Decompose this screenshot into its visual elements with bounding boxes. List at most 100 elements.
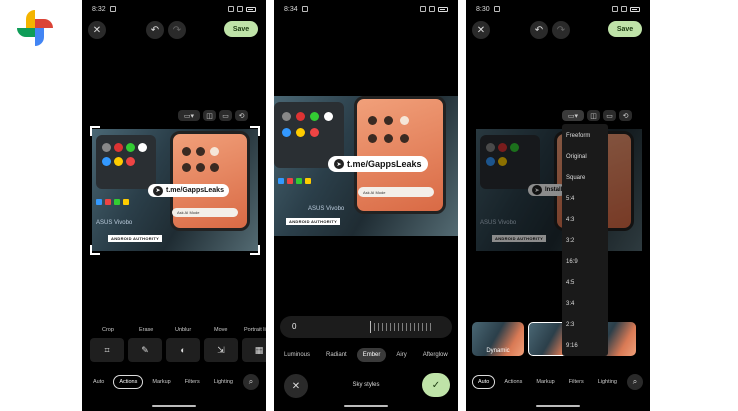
- save-button[interactable]: Save: [224, 21, 258, 37]
- laptop-brand-text: ASUS Vivobo: [480, 220, 517, 226]
- status-time: 8:34: [284, 5, 298, 13]
- notification-icon: [493, 6, 500, 12]
- portrait-light-icon: ▦: [254, 344, 264, 355]
- close-button[interactable]: ✕: [472, 21, 490, 39]
- close-icon: ✕: [92, 24, 102, 36]
- undo-button[interactable]: ↶: [530, 21, 548, 39]
- ai-search-bar: Ask AI Mode: [358, 187, 434, 197]
- tab-markup[interactable]: Markup: [531, 376, 559, 388]
- thumb-label: Dynamic: [486, 348, 510, 354]
- slider-value: 0: [292, 322, 297, 331]
- redo-button[interactable]: ↷: [552, 21, 570, 39]
- rotate-button[interactable]: ⟲: [619, 110, 632, 121]
- aspect-option-square[interactable]: Square: [566, 175, 585, 181]
- portrait-light-button[interactable]: ▦: [242, 338, 266, 362]
- style-ember[interactable]: Ember: [356, 348, 387, 362]
- aspect-option-3-4[interactable]: 3:4: [566, 301, 574, 307]
- photo-preview[interactable]: ➤ t.me/GappsLeaks Ask AI Mode ASUS Vivob…: [274, 96, 458, 236]
- aspect-toolbar: ▭▾ ◫ ▭ ⟲: [562, 110, 632, 121]
- aspect-ratio-button[interactable]: ▭▾: [562, 110, 584, 121]
- undo-icon: ↶: [534, 24, 544, 36]
- tab-lighting[interactable]: Lighting: [209, 376, 238, 388]
- undo-button[interactable]: ↶: [146, 21, 164, 39]
- home-indicator: [344, 405, 388, 407]
- tab-auto[interactable]: Auto: [472, 375, 496, 389]
- flip-button[interactable]: ◫: [587, 110, 600, 121]
- unblur-icon: ◐: [180, 345, 186, 355]
- search-icon: ⌕: [632, 377, 638, 386]
- tab-lighting[interactable]: Lighting: [593, 376, 622, 388]
- move-icon: ⇲: [217, 344, 225, 355]
- crop-handle-top-right[interactable]: [250, 126, 260, 136]
- laptop-taskbar: [96, 199, 129, 205]
- alarm-icon: [612, 6, 618, 12]
- search-bar-text: Ask AI Mode: [177, 210, 200, 215]
- search-tools-button[interactable]: ⌕: [627, 374, 643, 390]
- expand-button[interactable]: ▭: [603, 110, 616, 121]
- ai-search-bar: Ask AI Mode: [172, 208, 238, 217]
- status-bar: 8:30: [476, 4, 640, 14]
- tab-auto[interactable]: Auto: [88, 376, 109, 388]
- preset-thumb-dynamic[interactable]: Dynamic: [472, 322, 524, 356]
- battery-icon: [438, 6, 448, 12]
- aspect-option-4-5[interactable]: 4:5: [566, 280, 574, 286]
- apply-button[interactable]: ✓: [422, 373, 450, 397]
- rotate-icon: ⟲: [622, 112, 629, 120]
- unblur-button[interactable]: ◐: [166, 338, 200, 362]
- laptop-taskbar: [278, 178, 311, 184]
- style-radiant[interactable]: Radiant: [320, 348, 353, 362]
- watermark-pill: ➤ Install: [528, 184, 567, 196]
- style-afterglow[interactable]: Afterglow: [417, 348, 454, 362]
- watermark-text: Install: [545, 187, 563, 193]
- aspect-option-16-9[interactable]: 16:9: [566, 259, 578, 265]
- tab-actions[interactable]: Actions: [113, 375, 144, 389]
- alarm-icon: [420, 6, 426, 12]
- photo-preview[interactable]: ➤ Install ASUS Vivobo ANDROID AUTHORITY: [476, 129, 642, 251]
- aspect-option-5-4[interactable]: 5:4: [566, 196, 574, 202]
- save-button[interactable]: Save: [608, 21, 642, 37]
- tab-markup[interactable]: Markup: [147, 376, 175, 388]
- preset-thumbnails: Dynamic: [472, 322, 636, 356]
- photo-preview[interactable]: ➤ t.me/GappsLeaks Ask AI Mode ASUS Vivob…: [92, 129, 258, 251]
- aspect-toolbar: ▭▾ ◫ ▭ ⟲: [178, 110, 248, 121]
- expand-button[interactable]: ▭: [219, 110, 232, 121]
- crop-button[interactable]: ⌗: [90, 338, 124, 362]
- crop-handle-bottom-right[interactable]: [250, 245, 260, 255]
- rotate-icon: ⟲: [238, 112, 245, 120]
- intensity-slider[interactable]: 0: [280, 316, 452, 338]
- redo-button[interactable]: ↷: [168, 21, 186, 39]
- status-bar: 8:32: [92, 4, 256, 14]
- redo-icon: ↷: [172, 24, 182, 36]
- aspect-option-2-3[interactable]: 2:3: [566, 322, 574, 328]
- aspect-ratio-button[interactable]: ▭▾: [178, 110, 200, 121]
- style-airy[interactable]: Airy: [390, 348, 412, 362]
- close-icon: ✕: [476, 24, 486, 36]
- watermark-pill: ➤ t.me/GappsLeaks: [148, 184, 229, 197]
- expand-icon: ▭: [606, 112, 613, 120]
- aspect-option-original[interactable]: Original: [566, 154, 587, 160]
- status-bar: 8:34: [284, 4, 448, 14]
- aspect-ratio-icon: ▭▾: [183, 112, 195, 120]
- label-crop: Crop: [102, 327, 114, 333]
- tab-actions[interactable]: Actions: [499, 376, 527, 388]
- tab-filters[interactable]: Filters: [180, 376, 205, 388]
- aspect-option-freeform[interactable]: Freeform: [566, 133, 590, 139]
- aspect-option-3-2[interactable]: 3:2: [566, 238, 574, 244]
- tab-filters[interactable]: Filters: [564, 376, 589, 388]
- flip-button[interactable]: ◫: [203, 110, 216, 121]
- aspect-option-9-16[interactable]: 9:16: [566, 343, 578, 349]
- crop-handle-bottom-left[interactable]: [90, 245, 100, 255]
- search-tools-button[interactable]: ⌕: [243, 374, 259, 390]
- flip-icon: ◫: [590, 112, 597, 120]
- move-button[interactable]: ⇲: [204, 338, 238, 362]
- close-button[interactable]: ✕: [88, 21, 106, 39]
- style-luminous[interactable]: Luminous: [278, 348, 316, 362]
- label-move: Move: [214, 327, 228, 333]
- crop-handle-top-left[interactable]: [90, 126, 100, 136]
- erase-button[interactable]: ✎: [128, 338, 162, 362]
- battery-icon: [630, 6, 640, 12]
- redo-icon: ↷: [556, 24, 566, 36]
- telegram-icon: ➤: [334, 159, 344, 169]
- aspect-option-4-3[interactable]: 4:3: [566, 217, 574, 223]
- rotate-button[interactable]: ⟲: [235, 110, 248, 121]
